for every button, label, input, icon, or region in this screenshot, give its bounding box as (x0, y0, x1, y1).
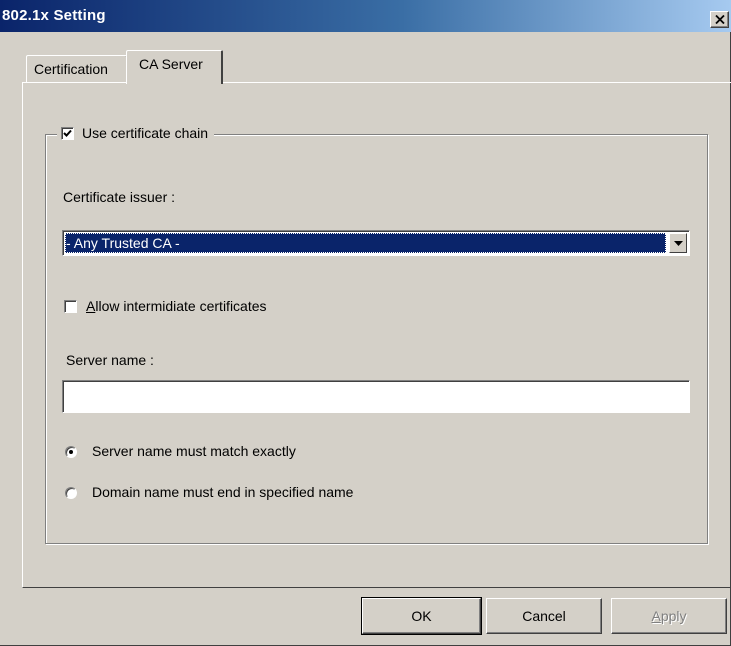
ok-button[interactable]: OK (361, 597, 482, 635)
title-bar[interactable]: 802.1x Setting (0, 0, 731, 32)
server-name-input[interactable] (62, 380, 690, 413)
server-name-label: Server name : (66, 352, 154, 368)
checkbox-box[interactable] (61, 126, 74, 140)
certificate-issuer-select[interactable]: - Any Trusted CA - (62, 230, 690, 256)
close-icon (714, 15, 725, 24)
use-certificate-chain-checkbox[interactable]: Use certificate chain (57, 120, 215, 146)
cancel-button[interactable]: Cancel (486, 598, 602, 634)
allow-intermediate-checkbox[interactable]: Allow intermidiate certificates (64, 298, 267, 314)
tab-ca-server[interactable]: CA Server (126, 50, 223, 84)
certificate-issuer-label: Certificate issuer : (63, 189, 176, 205)
match-exactly-label[interactable]: Server name must match exactly (92, 443, 296, 459)
apply-button[interactable]: Apply (611, 598, 727, 634)
dialog-window: 802.1x Setting Certification CA Server Us… (0, 0, 731, 646)
tab-certification[interactable]: Certification (26, 55, 127, 82)
close-button[interactable] (710, 11, 729, 28)
radio-selected-dot (69, 450, 73, 454)
checkbox-box[interactable] (64, 299, 77, 313)
checkmark-icon (63, 129, 72, 137)
certificate-issuer-value: - Any Trusted CA - (65, 233, 666, 253)
dropdown-button[interactable] (669, 233, 687, 253)
radio-domain-suffix[interactable] (65, 487, 77, 499)
chevron-down-icon (673, 240, 683, 246)
domain-suffix-label[interactable]: Domain name must end in specified name (92, 484, 353, 500)
use-certificate-chain-label: Use certificate chain (82, 125, 209, 141)
radio-match-exactly[interactable] (65, 446, 77, 458)
window-title: 802.1x Setting (2, 7, 106, 24)
allow-intermediate-label: Allow intermidiate certificates (86, 298, 267, 314)
